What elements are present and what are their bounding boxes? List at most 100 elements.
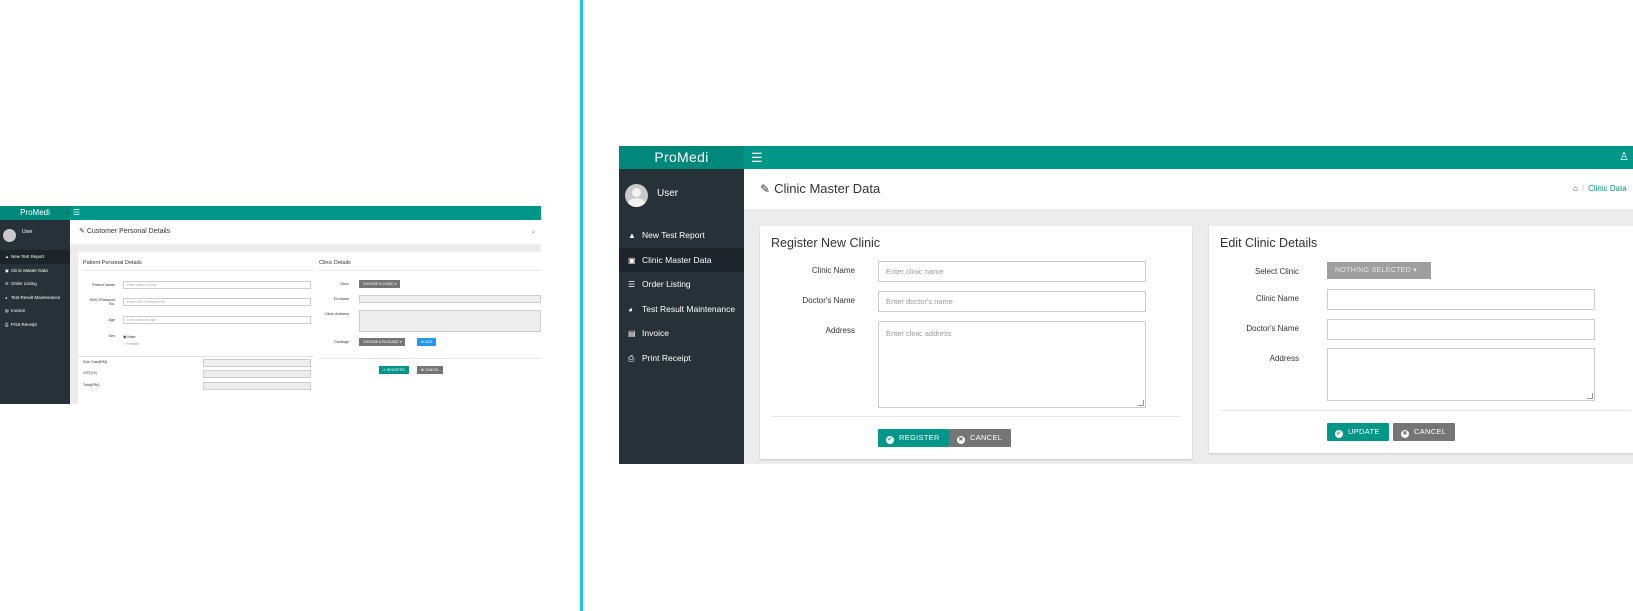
sidebar-item-label: Clinic Master Data [642, 254, 712, 265]
resize-handle[interactable] [1587, 393, 1593, 399]
sidebar-item-print-receipt[interactable]: ⎙ Print Receipt [619, 346, 744, 371]
sidebar-item-test-result-maintenance[interactable]: ◕ Test Result Maintenance [619, 297, 744, 322]
menu-toggle-icon[interactable]: ☰ [73, 206, 80, 220]
nric-input[interactable]: Enter NRIC/Passport No. [123, 298, 311, 306]
add-button-label: ADD [424, 340, 433, 344]
avatar [625, 184, 648, 207]
camera-icon: ▣ [628, 255, 636, 265]
address-label: Address [825, 326, 855, 335]
cancel-button-label: CANCEL [424, 368, 440, 372]
sub-total-label: Sub Total(RM) [83, 360, 108, 364]
user-name: User [657, 188, 679, 199]
divider [771, 416, 1181, 417]
edit-address-label: Address [1269, 354, 1299, 363]
list-icon: ☰ [628, 280, 636, 289]
gst-select[interactable] [203, 370, 311, 378]
age-label: Age [108, 318, 115, 322]
edit-doctor-name-input[interactable] [1327, 319, 1595, 340]
divider [83, 270, 313, 271]
sex-male-label: Male [127, 335, 136, 339]
edit-cancel-button[interactable]: ✖ CANCEL [1393, 423, 1456, 441]
clinic-name-input[interactable]: Enter clinic name [878, 261, 1146, 282]
sidebar-item-label: Test Result Maintenance [642, 303, 736, 314]
breadcrumb: ⌂ / Clinic Data [1573, 184, 1627, 193]
check-circle-icon: ✔ [886, 436, 894, 444]
sex-female-radio[interactable]: ○ Female [123, 342, 139, 346]
print-icon: ⎙ [628, 353, 635, 363]
sidebar-item-label: Test Result Maintenance [11, 294, 61, 300]
edit-card-title: Edit Clinic Details [1220, 236, 1318, 250]
divider [319, 270, 541, 271]
edit-address-textarea[interactable] [1327, 348, 1595, 401]
user-panel: User [619, 169, 744, 223]
breadcrumb-current[interactable]: Clinic Data [1588, 184, 1627, 193]
cancel-button-label: CANCEL [1414, 427, 1447, 436]
menu-toggle-icon[interactable]: ☰ [751, 146, 763, 169]
user-menu-icon[interactable]: ♙ [1619, 146, 1629, 169]
package-select[interactable]: CHOOSE A PACKAGE ▾ [359, 338, 406, 346]
edit-clinic-name-label: Clinic Name [1255, 294, 1299, 303]
age-input[interactable]: Enter patient's age [123, 316, 311, 324]
add-package-button[interactable]: ⊕ ADD [417, 338, 437, 346]
sidebar-item-label: New Test Report [642, 230, 705, 240]
sidebar-item-label: New Test Report [11, 254, 45, 259]
sidebar-item-label: Order Listing [642, 279, 691, 289]
register-button[interactable]: ✔ REGISTER [379, 366, 409, 374]
clinic-address-label: Clinic Address [324, 312, 349, 316]
customer-details-screenshot: ProMedi ☰ User ▲ New Test Report ▣ Clinic … [0, 206, 541, 404]
close-circle-icon: ✖ [1401, 430, 1409, 438]
sidebar-item-invoice[interactable]: ▤ Invoice [619, 321, 744, 346]
address-textarea[interactable]: Enter clinic address [878, 321, 1146, 408]
sidebar-item-new-test-report[interactable]: ▲ New Test Report [0, 250, 70, 264]
sidebar-item-test-result-maintenance[interactable]: ◕ Test Result Maintenance [0, 291, 70, 305]
select-clinic-label: Select Clinic [1254, 267, 1299, 276]
clinic-address-field [359, 310, 541, 332]
patient-name-input[interactable]: Enter patient name [123, 281, 311, 289]
sidebar-item-order-listing[interactable]: ☰ Order Listing [0, 277, 70, 291]
doctor-name-label: Doctor's Name [802, 296, 855, 305]
package-label: Package [334, 340, 349, 344]
page-title: Clinic Master Data [774, 181, 881, 196]
resize-handle[interactable] [1138, 400, 1144, 406]
user-name: User [22, 229, 33, 235]
register-button-label: REGISTER [386, 368, 405, 372]
sex-male-radio[interactable]: ◉ Male [123, 334, 136, 339]
clinic-select-dropdown[interactable]: NOTHING SELECTED ▾ [1327, 262, 1431, 279]
clinic-select[interactable]: CHOOSE A CLINIC ▾ [359, 280, 401, 288]
divider [1220, 410, 1630, 411]
address-placeholder: Enter clinic address [886, 329, 952, 338]
sidebar-item-new-test-report[interactable]: ▲ New Test Report [619, 223, 744, 248]
update-button[interactable]: ✔ UPDATE [1327, 423, 1389, 441]
edit-icon: ✎ [760, 182, 771, 196]
brand-logo[interactable]: ProMedi [619, 146, 744, 169]
brand-logo[interactable]: ProMedi [0, 206, 70, 220]
sidebar: User ▲ New Test Report ▣ Clinic Master Dat… [619, 169, 744, 464]
sidebar-item-order-listing[interactable]: ☰ Order Listing [619, 272, 744, 297]
page-title: Customer Personal Details [86, 228, 171, 235]
sidebar-item-label: Print Receipt [11, 321, 37, 327]
doctor-name-input[interactable]: Enter doctor's name [878, 291, 1146, 312]
sidebar-item-invoice[interactable]: ▤ Invoice [0, 304, 70, 318]
register-button[interactable]: ✔ REGISTER [878, 429, 949, 447]
top-navbar: ProMedi ☰ [0, 206, 541, 220]
screenshot-divider [580, 0, 583, 611]
user-panel: User [0, 220, 70, 250]
patient-section-title: Patient Personal Details [83, 260, 142, 266]
top-navbar: ProMedi ☰ ♙ [619, 146, 1633, 169]
sidebar-item-label: Clinic Master Data [11, 267, 48, 273]
update-button-label: UPDATE [1348, 427, 1380, 436]
check-circle-icon: ✔ [1335, 430, 1343, 438]
cancel-button[interactable]: ✖ CANCEL [949, 429, 1012, 447]
sidebar-item-clinic-master-data[interactable]: ▣ Clinic Master Data [0, 264, 70, 278]
edit-clinic-name-input[interactable] [1327, 289, 1595, 310]
divider [319, 358, 541, 359]
page-header: ✎ Clinic Master Data ⌂ / Clinic Data [744, 169, 1633, 209]
sidebar-item-clinic-master-data[interactable]: ▣ Clinic Master Data [619, 247, 744, 272]
home-icon[interactable]: ⌂ [1573, 184, 1578, 193]
sidebar-item-print-receipt[interactable]: ⎙ Print Receipt [0, 318, 70, 332]
cancel-button[interactable]: ✖ CANCEL [417, 366, 444, 374]
clinic-master-data-screenshot: ProMedi ☰ ♙ User ▲ New Test Report ▣ Clini… [619, 146, 1633, 464]
clinic-section-title: Clinic Details [319, 260, 351, 266]
sidebar-item-label: Invoice [11, 308, 26, 313]
home-icon[interactable]: ⌂ [532, 220, 535, 244]
